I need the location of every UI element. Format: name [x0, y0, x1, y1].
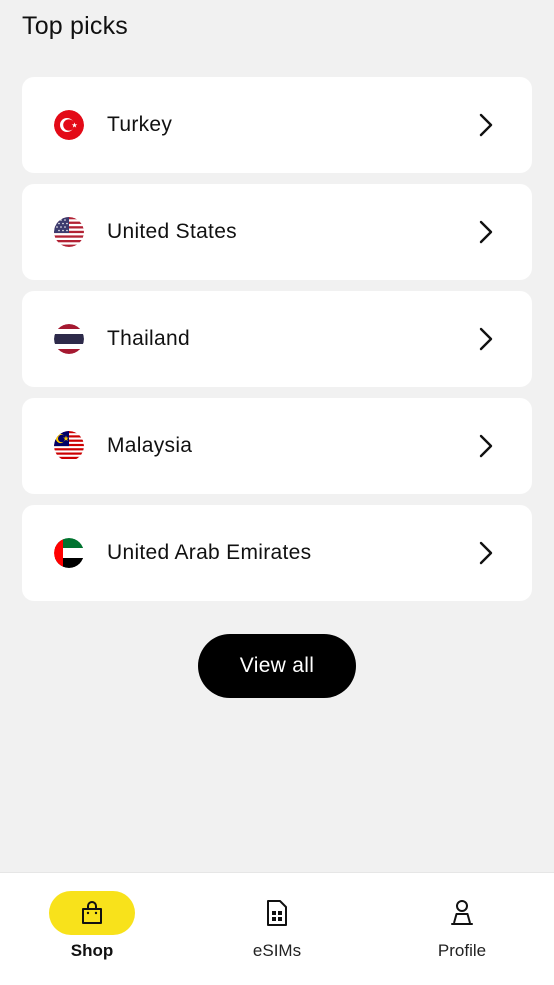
section-title: Top picks: [22, 12, 129, 40]
country-name: United Arab Emirates: [107, 541, 312, 564]
country-name: Turkey: [107, 113, 173, 136]
country-item-thailand[interactable]: Thailand: [22, 291, 532, 387]
nav-active-indicator: [49, 891, 135, 935]
country-item-malaysia[interactable]: Malaysia: [22, 398, 532, 494]
country-item-united-arab-emirates[interactable]: United Arab Emirates: [22, 505, 532, 601]
country-name: Thailand: [107, 327, 190, 350]
shopping-bag-icon: [82, 901, 102, 924]
top-picks-screen: Top picks Turkey United States Thailand …: [0, 0, 554, 985]
country-list: Turkey United States Thailand Malaysia U…: [22, 77, 532, 612]
chevron-right-icon: [479, 113, 493, 137]
country-item-turkey[interactable]: Turkey: [22, 77, 532, 173]
chevron-right-icon: [479, 434, 493, 458]
nav-label-shop: Shop: [70, 941, 114, 960]
nav-item-profile[interactable]: Profile: [370, 873, 554, 985]
thailand-flag-icon: [54, 324, 84, 354]
nav-item-shop[interactable]: Shop: [0, 873, 184, 985]
nav-label-profile: Profile: [437, 941, 487, 960]
bottom-navigation: Shop eSIMs Profile: [0, 872, 554, 985]
sim-card-icon: [267, 900, 287, 926]
usa-flag-icon: [54, 217, 84, 247]
chevron-right-icon: [479, 220, 493, 244]
chevron-right-icon: [479, 327, 493, 351]
person-icon: [451, 900, 473, 925]
nav-label-esims: eSIMs: [252, 941, 302, 960]
country-name: Malaysia: [107, 434, 193, 457]
nav-item-esims[interactable]: eSIMs: [185, 873, 369, 985]
uae-flag-icon: [54, 538, 84, 568]
chevron-right-icon: [479, 541, 493, 565]
malaysia-flag-icon: [54, 431, 84, 461]
country-name: United States: [107, 220, 237, 243]
turkey-flag-icon: [54, 110, 84, 140]
country-item-united-states[interactable]: United States: [22, 184, 532, 280]
view-all-button[interactable]: View all: [198, 634, 356, 698]
